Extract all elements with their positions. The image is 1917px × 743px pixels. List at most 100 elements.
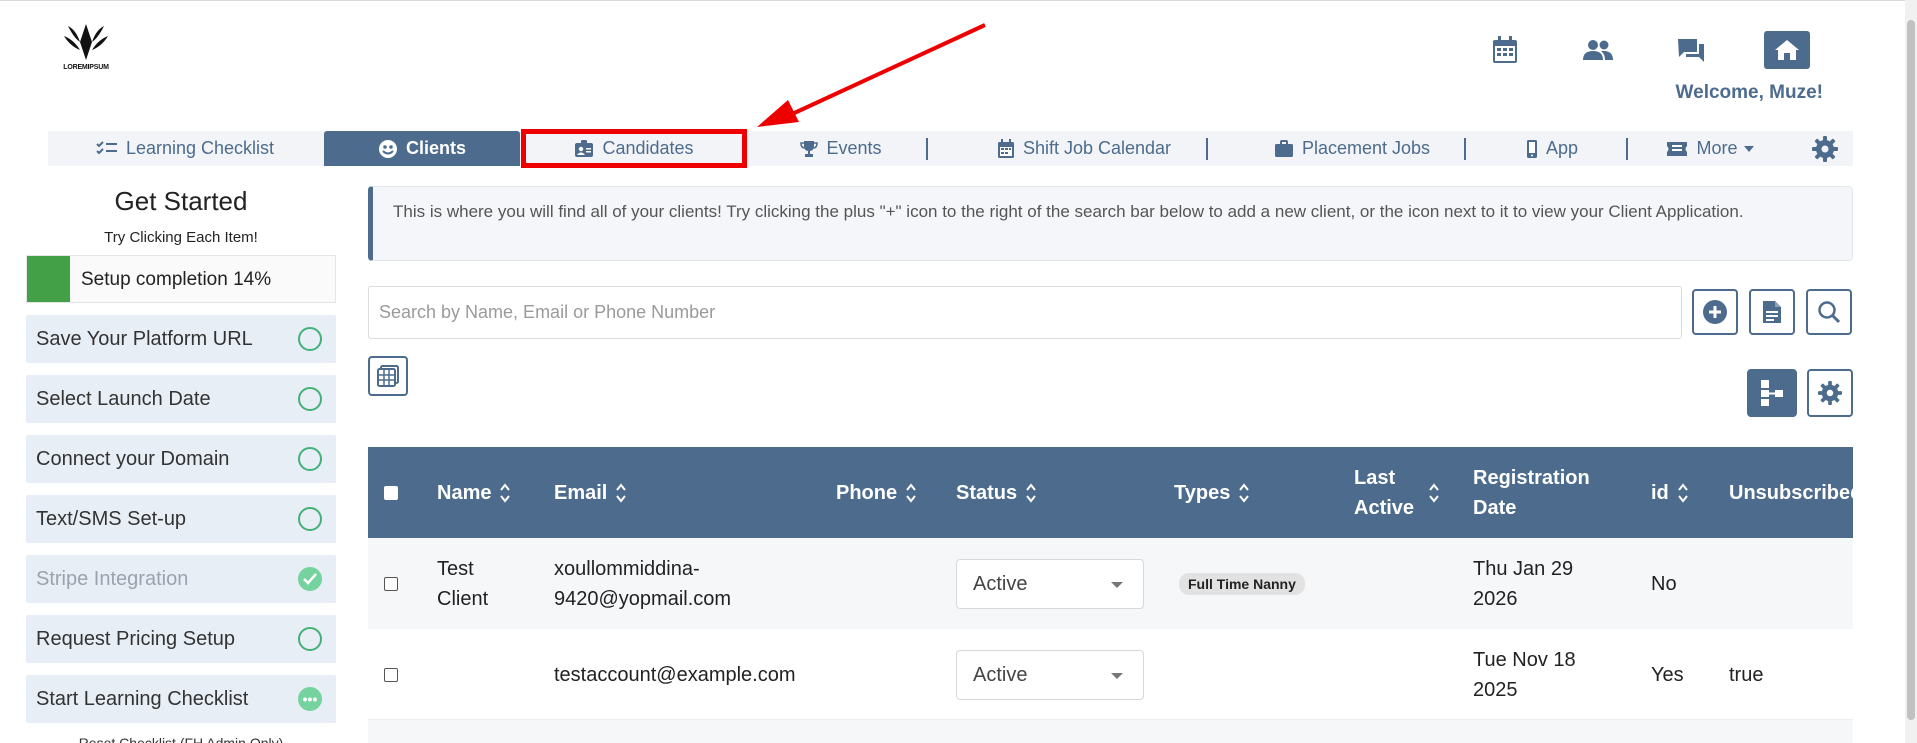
gear-icon [1812, 135, 1838, 162]
export-table-button[interactable] [368, 356, 408, 396]
users-icon [1583, 40, 1613, 60]
nav-separator [926, 138, 928, 160]
column-status[interactable]: Status [956, 447, 1037, 538]
table-header: Name Email Phone Status Types Last Activ… [368, 447, 1853, 538]
logo-text: LOREMIPSUM [63, 64, 109, 71]
cell-email: testaccount@example.com [554, 663, 796, 686]
chevron-down-icon [1743, 145, 1754, 152]
tree-view-button[interactable] [1747, 369, 1797, 417]
sort-icon [615, 482, 627, 504]
checklist-item-stripe[interactable]: Stripe Integration [26, 555, 336, 603]
setup-progress: Setup completion 14% [26, 255, 336, 303]
search-input[interactable] [368, 286, 1682, 339]
progress-fill [27, 256, 70, 302]
cell-id: Yes [1651, 663, 1684, 686]
circle-icon [298, 387, 322, 411]
nav-separator [1206, 138, 1208, 160]
circle-icon [298, 507, 322, 531]
page-scrollbar[interactable] [1905, 0, 1917, 743]
select-all-checkbox[interactable] [384, 447, 398, 538]
plus-circle-icon [1703, 300, 1727, 324]
cell-name [437, 629, 507, 720]
checklist-item-pricing[interactable]: Request Pricing Setup [26, 615, 336, 663]
checklist-item-launch-date[interactable]: Select Launch Date [26, 375, 336, 423]
table-row[interactable]: Test Client xoullommiddina-9420@yopmail.… [368, 538, 1853, 629]
reset-checklist-link[interactable]: Reset Checklist (FH Admin Only) [26, 735, 336, 743]
settings-button[interactable] [1808, 131, 1850, 166]
checklist-item-label: Connect your Domain [36, 447, 230, 470]
checklist-item-learning[interactable]: Start Learning Checklist ••• [26, 675, 336, 723]
column-email[interactable]: Email [554, 447, 627, 538]
column-registration-date[interactable]: Registration Date [1473, 447, 1613, 538]
document-icon [1763, 301, 1781, 323]
mobile-phone-icon [1526, 139, 1537, 158]
cell-id: No [1651, 572, 1677, 595]
candidates-highlight-box [521, 129, 747, 168]
table-row[interactable]: testaccount@example.com Active Tue Nov 1… [368, 629, 1853, 720]
check-icon [298, 567, 322, 591]
more-menu[interactable]: More [1634, 131, 1786, 166]
table-icon [377, 365, 399, 387]
cell-registration-date: Thu Jan 29 2026 [1473, 557, 1574, 610]
circle-icon [298, 447, 322, 471]
hierarchy-icon [1761, 380, 1783, 406]
gear-icon [1818, 381, 1842, 405]
tab-clients[interactable]: Clients [324, 131, 520, 166]
messages-button[interactable] [1671, 30, 1711, 70]
table-row[interactable] [368, 720, 1853, 743]
sort-icon [1025, 482, 1037, 504]
checklist-item-platform-url[interactable]: Save Your Platform URL [26, 315, 336, 363]
status-select[interactable]: Active [956, 538, 1144, 629]
users-button[interactable] [1578, 30, 1618, 70]
row-checkbox[interactable] [384, 629, 398, 720]
row-checkbox[interactable] [384, 538, 398, 629]
sort-icon [1677, 482, 1689, 504]
smile-icon [378, 139, 397, 158]
logo-mark-icon [64, 24, 108, 60]
column-id[interactable]: id [1651, 447, 1689, 538]
cell-unsubscribed: true [1729, 663, 1764, 686]
chevron-down-icon [1111, 581, 1123, 588]
checklist-item-label: Select Launch Date [36, 387, 211, 410]
checklist-item-label: Stripe Integration [36, 567, 189, 590]
tab-label: More [1696, 138, 1738, 158]
search-button[interactable] [1806, 289, 1852, 335]
sort-desc-icon [1599, 482, 1613, 504]
home-button[interactable] [1764, 31, 1810, 69]
tab-label: Placement Jobs [1301, 138, 1431, 158]
circle-icon [298, 627, 322, 651]
chevron-down-icon [1111, 672, 1123, 679]
status-select[interactable]: Active [956, 629, 1144, 720]
tab-shift-job-calendar[interactable]: Shift Job Calendar [934, 131, 1234, 166]
cell-name: Test Client [437, 557, 489, 610]
checklist-item-sms[interactable]: Text/SMS Set-up [26, 495, 336, 543]
column-types[interactable]: Types [1174, 447, 1250, 538]
get-started-subtitle: Try Clicking Each Item! [104, 229, 258, 246]
cell-types: Full Time Nanny [1179, 538, 1305, 629]
calendar-button[interactable] [1485, 30, 1525, 70]
tab-app[interactable]: App [1472, 131, 1632, 166]
column-last-active[interactable]: Last Active [1354, 447, 1440, 538]
tab-events[interactable]: Events [766, 131, 916, 166]
cell-email: xoullommiddina-9420@yopmail.com [554, 557, 732, 610]
tab-label: Events [826, 138, 882, 158]
logo[interactable]: LOREMIPSUM [60, 20, 112, 76]
main-nav: Learning Checklist Clients Candidates Ev… [48, 131, 1853, 166]
tab-label: Shift Job Calendar [1022, 138, 1172, 158]
checklist-item-label: Save Your Platform URL [36, 327, 253, 350]
sort-icon [499, 482, 511, 504]
scrollbar-thumb[interactable] [1907, 20, 1915, 720]
column-unsubscribed[interactable]: Unsubscribed [1729, 447, 1853, 538]
table-settings-button[interactable] [1807, 369, 1853, 417]
add-client-button[interactable] [1692, 289, 1738, 335]
briefcase-icon [1274, 139, 1293, 157]
tab-learning-checklist[interactable]: Learning Checklist [48, 131, 322, 166]
cell-registration-date: Tue Nov 18 2025 [1473, 648, 1576, 701]
column-phone[interactable]: Phone [836, 447, 917, 538]
checklist-item-domain[interactable]: Connect your Domain [26, 435, 336, 483]
tab-placement-jobs[interactable]: Placement Jobs [1214, 131, 1490, 166]
column-name[interactable]: Name [437, 447, 511, 538]
checklist-item-label: Request Pricing Setup [36, 627, 236, 650]
client-application-button[interactable] [1749, 289, 1795, 335]
checklist-item-label: Start Learning Checklist [36, 687, 249, 710]
